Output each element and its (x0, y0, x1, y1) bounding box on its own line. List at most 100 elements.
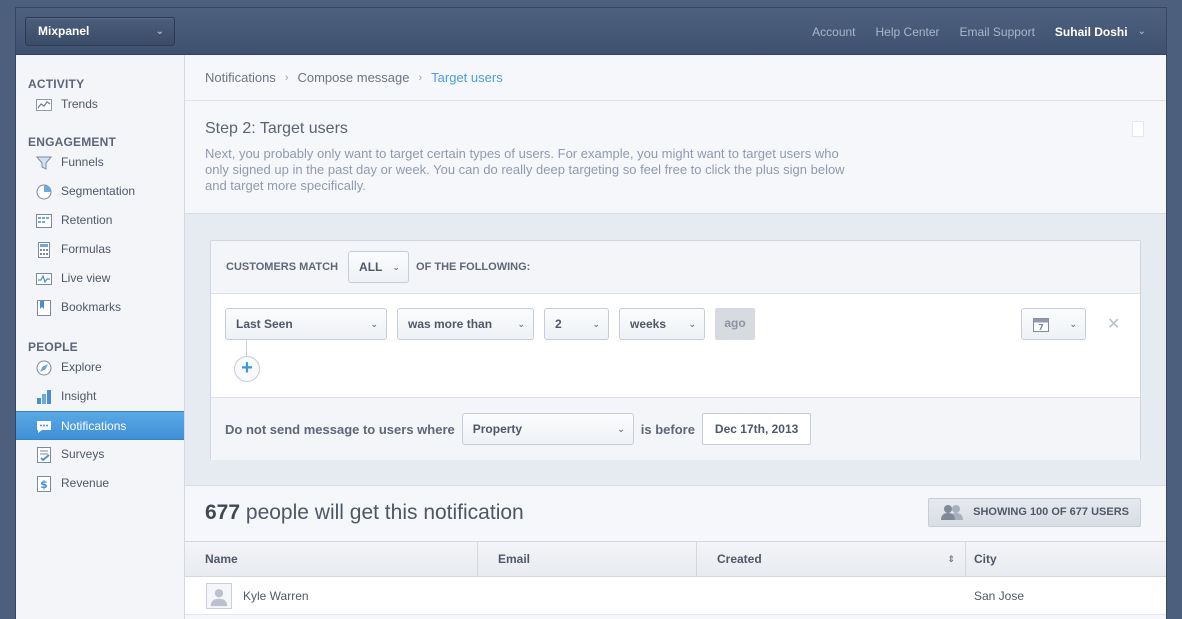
column-email[interactable]: Email (478, 542, 697, 576)
sidebar-item-label: Explore (61, 360, 102, 374)
project-selector[interactable]: Mixpanel ⌄ (25, 17, 175, 46)
column-city[interactable]: City (966, 542, 1166, 576)
sidebar-item-notifications[interactable]: Notifications (16, 411, 184, 440)
filter-operator-select[interactable]: was more than ⌄ (397, 308, 534, 340)
sort-icon[interactable]: ⇕ (947, 542, 955, 576)
calculator-icon (38, 242, 50, 258)
match-mode-value: ALL (359, 260, 383, 274)
sidebar-item-trends[interactable]: Trends (16, 90, 184, 119)
showing-users-label: SHOWING 100 OF 677 USERS (973, 506, 1129, 518)
chevron-right-icon: › (418, 71, 423, 84)
filter-property-select[interactable]: Last Seen ⌄ (225, 308, 387, 340)
column-created[interactable]: Created ⇕ (697, 542, 966, 576)
user-menu[interactable]: Suhail Doshi (1055, 25, 1128, 39)
chat-bubble-icon (37, 421, 51, 433)
sidebar-item-insight[interactable]: Insight (16, 382, 184, 411)
sidebar-item-formulas[interactable]: Formulas (16, 235, 184, 264)
chevron-down-icon: ⌄ (370, 319, 378, 329)
recipient-count-number: 677 (205, 501, 241, 524)
filter-property-value: Last Seen (236, 317, 293, 331)
chevron-down-icon: ⌄ (617, 424, 625, 434)
calendar-icon: 7 (1033, 318, 1049, 332)
step-title: Step 2: Target users (205, 120, 348, 137)
project-name: Mixpanel (38, 24, 90, 38)
svg-text:$: $ (40, 478, 48, 491)
filter-operator-value: was more than (408, 317, 493, 331)
showing-users-button[interactable]: SHOWING 100 OF 677 USERS (928, 498, 1141, 527)
cell-city: San Jose (974, 589, 1025, 603)
sidebar-item-retention[interactable]: Retention (16, 206, 184, 235)
filter-suffix-label: ago (715, 308, 755, 340)
account-link[interactable]: Account (812, 25, 855, 39)
column-name[interactable]: Name (185, 542, 478, 576)
sidebar-item-live-view[interactable]: Live view (16, 264, 184, 293)
filter-amount-value: 2 (555, 317, 562, 331)
sidebar: ACTIVITY Trends ENGAGEMENT Funnels Segme… (16, 55, 185, 619)
breadcrumb: Notifications › Compose message › Target… (185, 55, 1166, 101)
exclusion-prefix: Do not send message to users where (225, 421, 455, 437)
chevron-down-icon: ⌄ (517, 319, 525, 329)
sidebar-item-label: Insight (61, 389, 97, 403)
exclusion-date-field[interactable]: Dec 17th, 2013 (701, 413, 812, 445)
sidebar-item-bookmarks[interactable]: Bookmarks (16, 293, 184, 322)
exclusion-property-select[interactable]: Property ⌄ (461, 413, 634, 445)
filter-unit-value: weeks (630, 317, 667, 331)
main-content: Notifications › Compose message › Target… (185, 55, 1166, 619)
sidebar-item-explore[interactable]: Explore (16, 353, 184, 382)
filter-unit-select[interactable]: weeks ⌄ (619, 308, 705, 340)
exclusion-property-value: Property (472, 422, 523, 436)
sidebar-item-surveys[interactable]: Surveys (16, 440, 184, 469)
cell-email (478, 577, 697, 614)
breadcrumb-compose-message[interactable]: Compose message (297, 70, 409, 85)
people-icon (941, 505, 964, 520)
chevron-down-icon[interactable]: ⌄ (1138, 26, 1146, 37)
chevron-down-icon: ⌄ (688, 319, 696, 329)
table-header: Name Email Created ⇕ City (185, 541, 1166, 577)
bookmark-icon (37, 300, 51, 316)
top-bar: Mixpanel ⌄ Account Help Center Email Sup… (16, 8, 1166, 55)
pulse-icon (36, 273, 52, 285)
results-panel: 677 people will get this notification SH… (185, 485, 1166, 619)
table-row[interactable]: Kyle Warren San Jose (185, 577, 1166, 615)
plus-icon: + (241, 357, 253, 379)
match-mode-select[interactable]: ALL ⌄ (348, 251, 410, 283)
top-nav: Account Help Center Email Support Suhail… (812, 8, 1166, 55)
chevron-down-icon: ⌄ (392, 262, 401, 272)
chevron-down-icon: ⌄ (592, 319, 600, 329)
grid-icon (36, 214, 52, 228)
match-prefix: CUSTOMERS MATCH (226, 261, 339, 273)
filter-amount-select[interactable]: 2 ⌄ (544, 308, 609, 340)
add-filter-button[interactable]: + (234, 356, 260, 382)
exclusion-operator: is before (640, 421, 695, 437)
dollar-icon: $ (37, 476, 51, 492)
remove-filter-icon[interactable]: ✕ (1107, 314, 1120, 334)
breadcrumb-notifications[interactable]: Notifications (205, 70, 276, 85)
step-description: Next, you probably only want to target c… (205, 146, 845, 193)
column-created-label: Created (717, 552, 762, 566)
sidebar-item-label: Trends (61, 97, 98, 111)
app-window: Mixpanel ⌄ Account Help Center Email Sup… (16, 8, 1166, 619)
recipient-count: 677 people will get this notification (205, 501, 524, 525)
match-suffix: OF THE FOLLOWING: (416, 261, 531, 273)
trends-icon (36, 99, 52, 111)
sidebar-item-label: Revenue (61, 476, 110, 490)
filter-connector (246, 340, 247, 356)
user-name: Kyle Warren (243, 589, 309, 603)
sidebar-item-segmentation[interactable]: Segmentation (16, 177, 184, 206)
sidebar-item-revenue[interactable]: $ Revenue (16, 469, 184, 498)
filter-row: Last Seen ⌄ was more than ⌄ 2 ⌄ weeks ⌄ … (211, 294, 1140, 397)
collapse-handle[interactable] (1132, 121, 1144, 137)
help-center-link[interactable]: Help Center (876, 25, 940, 39)
sidebar-item-label: Segmentation (61, 184, 136, 198)
exclusion-row: Do not send message to users where Prope… (211, 397, 1140, 460)
sidebar-item-label: Formulas (61, 242, 112, 256)
svg-text:7: 7 (1038, 323, 1044, 332)
sidebar-item-funnels[interactable]: Funnels (16, 148, 184, 177)
sidebar-item-label: Live view (61, 271, 111, 285)
sidebar-item-label: Funnels (61, 155, 104, 169)
date-picker-select[interactable]: 7 ⌄ (1021, 308, 1086, 340)
step-header: Step 2: Target users Next, you probably … (185, 101, 1166, 214)
funnel-icon (36, 156, 52, 170)
sidebar-item-label: Surveys (61, 447, 105, 461)
email-support-link[interactable]: Email Support (960, 25, 1035, 39)
